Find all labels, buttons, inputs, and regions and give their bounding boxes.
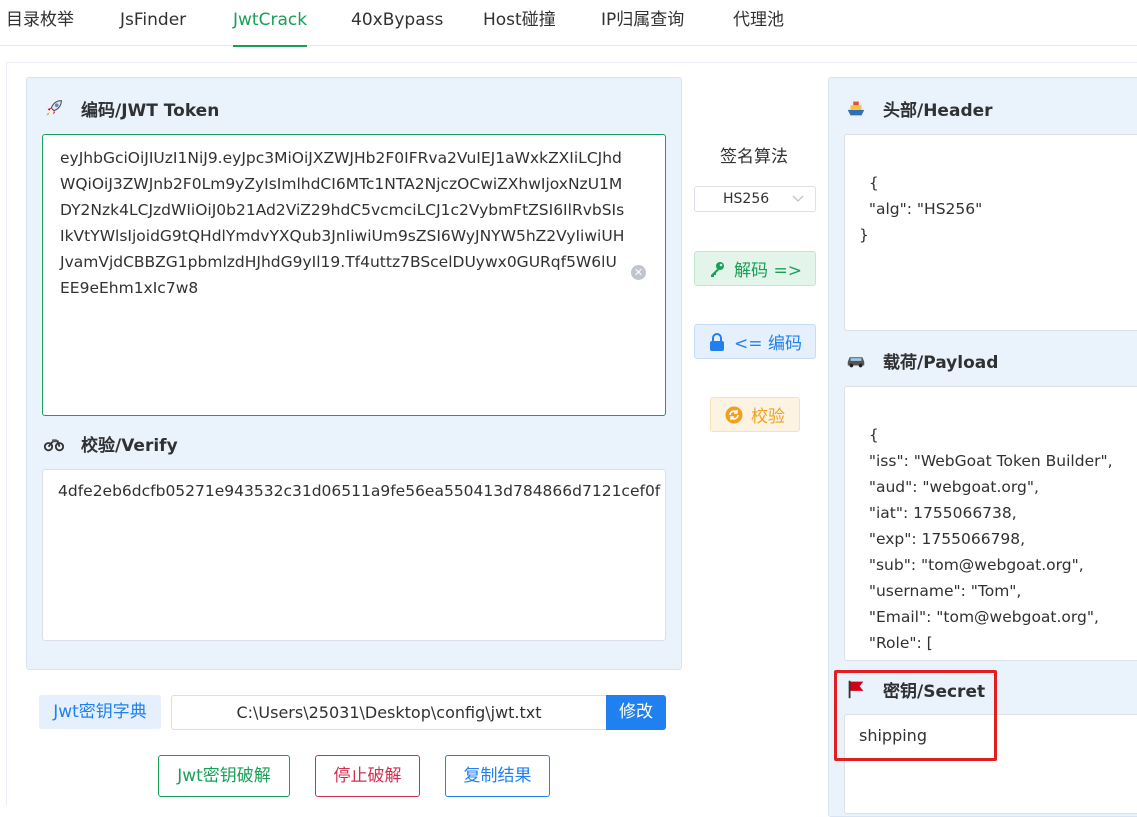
verify-button-label: 校验 xyxy=(751,407,785,427)
rocket-icon xyxy=(46,100,62,116)
algorithm-select[interactable]: HS256 xyxy=(694,186,816,212)
lock-icon xyxy=(708,332,726,352)
tab-directory-enum[interactable]: 目录枚举 xyxy=(6,0,74,46)
header-json-output[interactable]: { "alg": "HS256" } xyxy=(844,134,1137,331)
decode-button[interactable]: 解码 => xyxy=(694,251,816,286)
tab-40xbypass[interactable]: 40xBypass xyxy=(351,0,443,46)
tab-jwtcrack[interactable]: JwtCrack xyxy=(233,0,308,47)
jwt-dictionary-tag: Jwt密钥字典 xyxy=(39,695,161,729)
header-panel-title: 头部/Header xyxy=(883,101,993,121)
flag-icon xyxy=(848,680,864,699)
algorithm-label: 签名算法 xyxy=(720,147,788,167)
verify-signature-text: 4dfe2eb6dcfb05271e943532c31d06511a9fe56e… xyxy=(58,482,661,500)
tab-jsfinder[interactable]: JsFinder xyxy=(120,0,186,46)
secret-output[interactable]: shipping xyxy=(844,714,1137,814)
copy-result-button[interactable]: 复制结果 xyxy=(445,755,550,797)
car-icon xyxy=(847,357,865,368)
tab-host-collision[interactable]: Host碰撞 xyxy=(483,0,556,46)
motorcycle-icon xyxy=(43,439,65,452)
key-icon xyxy=(708,260,726,278)
encode-panel-title: 编码/JWT Token xyxy=(81,101,220,121)
encode-button-label: <= 编码 xyxy=(734,334,802,354)
clear-icon[interactable]: ✕ xyxy=(631,265,646,280)
crack-button[interactable]: Jwt密钥破解 xyxy=(158,755,290,797)
dictionary-path-input[interactable]: C:\Users\25031\Desktop\config\jwt.txt xyxy=(171,695,607,730)
modify-path-button[interactable]: 修改 xyxy=(606,695,666,730)
secret-value: shipping xyxy=(859,726,927,745)
jwt-token-text: eyJhbGciOiJIUzI1NiJ9.eyJpc3MiOiJXZWJHb2F… xyxy=(60,149,625,297)
stop-crack-button[interactable]: 停止破解 xyxy=(315,755,420,797)
secret-panel-title: 密钥/Secret xyxy=(883,682,986,702)
payload-panel-title: 载荷/Payload xyxy=(883,353,999,373)
jwt-token-input[interactable]: eyJhbGciOiJIUzI1NiJ9.eyJpc3MiOiJXZWJHb2F… xyxy=(42,134,666,416)
encode-button[interactable]: <= 编码 xyxy=(694,324,816,359)
verify-button[interactable]: 校验 xyxy=(710,397,800,432)
decode-button-label: 解码 => xyxy=(734,261,802,281)
header-json-text: { "alg": "HS256" } xyxy=(859,174,983,244)
tab-bar: 目录枚举 JsFinder JwtCrack 40xBypass Host碰撞 … xyxy=(0,0,1137,47)
tab-proxy-pool[interactable]: 代理池 xyxy=(733,0,784,46)
refresh-icon xyxy=(725,406,743,424)
algorithm-selected-value: HS256 xyxy=(723,191,770,207)
verify-output[interactable]: 4dfe2eb6dcfb05271e943532c31d06511a9fe56e… xyxy=(42,469,666,641)
ship-icon xyxy=(847,101,865,116)
chevron-down-icon xyxy=(792,195,804,202)
verify-panel-title: 校验/Verify xyxy=(81,436,178,456)
payload-json-text: { "iss": "WebGoat Token Builder", "aud":… xyxy=(868,426,1113,652)
payload-json-output[interactable]: { "iss": "WebGoat Token Builder", "aud":… xyxy=(844,386,1137,661)
tab-ip-lookup[interactable]: IP归属查询 xyxy=(601,0,684,46)
